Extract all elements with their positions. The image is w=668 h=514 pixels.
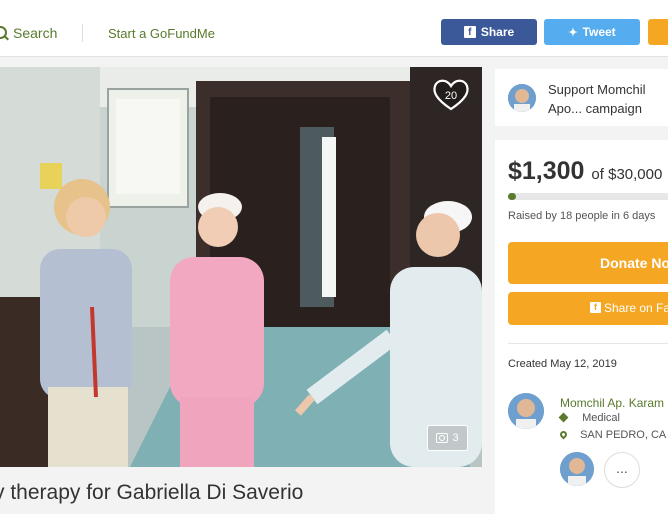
camera-icon [436,433,449,443]
category: Medical [558,412,620,424]
created-date: Created May 12, 2019 [508,358,617,370]
tweet-label: Tweet [582,25,616,39]
team-member-avatar[interactable] [560,452,594,486]
facebook-icon: f [590,302,601,313]
avatar [508,84,536,112]
progress-fill [508,193,516,200]
search-icon [0,26,7,39]
share-label: Share [480,25,515,39]
divider [82,24,83,42]
share-facebook-label: Share on Fac [604,301,668,315]
location-pin-icon [558,429,569,440]
hospital-scene-image [0,67,482,467]
campaign-title: y therapy for Gabriella Di Saverio [0,481,304,504]
photo-gallery-button[interactable]: 3 [427,425,468,451]
organizer-name[interactable]: Momchil Ap. Karam [560,396,664,410]
amount-raised: $1,300 of $30,000 [508,157,662,186]
donate-now-button[interactable]: Donate No [508,242,668,284]
photo-count: 3 [452,432,459,444]
raised-summary: Raised by 18 people in 6 days [508,210,656,222]
support-campaign-text[interactable]: Support Momchil Apo... campaign [548,80,668,118]
divider [508,343,668,344]
location: SAN PEDRO, CA [558,429,667,441]
goal-amount: of $30,000 [591,166,663,183]
facebook-icon: f [463,26,476,38]
campaign-photo[interactable] [0,67,482,467]
progress-bar [508,193,668,200]
location-label: SAN PEDRO, CA [580,429,667,441]
start-gofundme-link[interactable]: Start a GoFundMe [108,26,215,41]
organizer-avatar[interactable] [508,393,544,429]
more-team-button[interactable]: ... [604,452,640,488]
heart-count: 20 [444,90,458,102]
facebook-share-button[interactable]: f Share [441,19,537,45]
search-label: Search [13,25,58,41]
share-on-facebook-button[interactable]: f Share on Fac [508,292,668,325]
more-share-button[interactable] [648,19,668,45]
raised-amount: $1,300 [508,157,585,185]
top-bar: Search Start a GoFundMe f Share ✦ Tweet [0,0,668,57]
tweet-button[interactable]: ✦ Tweet [544,19,640,45]
tag-icon [558,412,569,423]
category-label: Medical [582,412,620,424]
twitter-icon: ✦ [568,26,578,39]
donate-label: Donate No [600,255,668,271]
